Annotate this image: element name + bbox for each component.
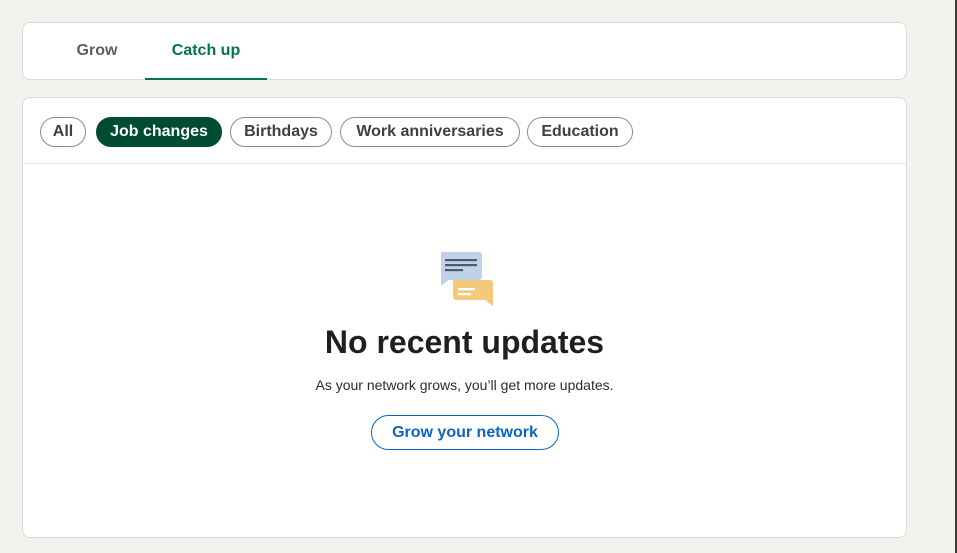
filter-pill-work-anniversaries[interactable]: Work anniversaries	[340, 117, 520, 147]
tab-catch-up[interactable]: Catch up	[145, 23, 267, 80]
empty-state-subtitle: As your network grows, you’ll get more u…	[315, 377, 614, 393]
filter-pill-all[interactable]: All	[40, 117, 86, 147]
filter-bar: All Job changes Birthdays Work anniversa…	[23, 98, 906, 164]
tab-grow[interactable]: Grow	[49, 23, 145, 80]
tabs-card: Grow Catch up	[22, 22, 907, 80]
filter-pill-job-changes[interactable]: Job changes	[96, 117, 222, 147]
filter-pill-education[interactable]: Education	[527, 117, 633, 147]
empty-state-title: No recent updates	[324, 324, 605, 360]
chat-bubbles-icon	[441, 252, 493, 306]
updates-card: All Job changes Birthdays Work anniversa…	[22, 97, 907, 538]
grow-network-button[interactable]: Grow your network	[371, 415, 559, 450]
filter-pill-birthdays[interactable]: Birthdays	[230, 117, 332, 147]
